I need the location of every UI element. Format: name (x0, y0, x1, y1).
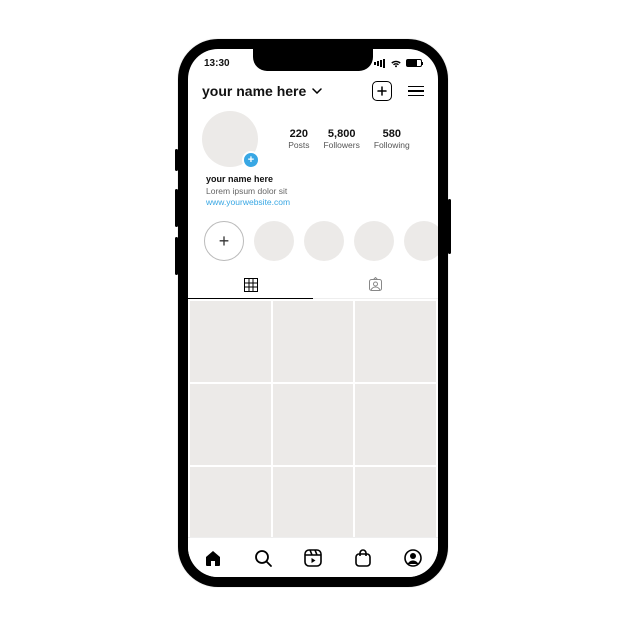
plus-icon: + (248, 155, 254, 166)
side-button-power (448, 199, 451, 254)
bio-link[interactable]: www.yourwebsite.com (206, 197, 420, 209)
highlight-new[interactable]: + (204, 221, 244, 261)
nav-home[interactable] (202, 547, 224, 569)
avatar[interactable]: + (202, 111, 258, 167)
post-thumbnail[interactable] (355, 384, 436, 465)
wifi-icon (390, 59, 402, 68)
nav-reels[interactable] (302, 547, 324, 569)
nav-profile[interactable] (402, 547, 424, 569)
post-thumbnail[interactable] (273, 467, 354, 537)
side-button-vol-up (175, 189, 178, 227)
bottom-nav (188, 537, 438, 577)
nav-search[interactable] (252, 547, 274, 569)
highlight-item[interactable] (404, 221, 438, 261)
grid-icon (244, 278, 258, 292)
stat-following[interactable]: 580 Following (374, 128, 410, 150)
tab-grid[interactable] (188, 271, 313, 299)
home-icon (203, 548, 223, 568)
profile-header: your name here (188, 77, 438, 107)
stat-posts[interactable]: 220 Posts (288, 128, 309, 150)
post-thumbnail[interactable] (190, 384, 271, 465)
bio-name: your name here (206, 173, 420, 186)
screen: 13:30 your name here (188, 49, 438, 577)
side-button-vol-down (175, 237, 178, 275)
tab-tagged[interactable] (313, 271, 438, 298)
post-thumbnail[interactable] (355, 301, 436, 382)
highlight-item[interactable] (304, 221, 344, 261)
add-story-badge[interactable]: + (242, 151, 260, 169)
post-thumbnail[interactable] (190, 467, 271, 537)
shop-icon (353, 548, 373, 568)
profile-summary: + 220 Posts 5,800 Followers 580 Followin… (188, 107, 438, 169)
post-thumbnail[interactable] (190, 301, 271, 382)
post-grid (188, 299, 438, 537)
side-button-silence (175, 149, 178, 171)
plus-icon (377, 86, 387, 96)
tagged-icon (368, 277, 383, 292)
reels-icon (303, 548, 323, 568)
phone-frame: 13:30 your name here (178, 39, 448, 587)
notch (253, 49, 373, 71)
post-thumbnail[interactable] (355, 467, 436, 537)
cellular-signal-icon (374, 59, 386, 68)
status-time: 13:30 (204, 58, 230, 69)
post-thumbnail[interactable] (273, 384, 354, 465)
profile-icon (403, 548, 423, 568)
bio-text: Lorem ipsum dolor sit (206, 186, 420, 198)
menu-button[interactable] (408, 86, 424, 97)
chevron-down-icon[interactable] (312, 88, 322, 94)
battery-icon (406, 59, 422, 67)
create-button[interactable] (372, 81, 392, 101)
username-dropdown[interactable]: your name here (202, 83, 306, 99)
post-thumbnail[interactable] (273, 301, 354, 382)
highlights-row: + (188, 217, 438, 271)
nav-shop[interactable] (352, 547, 374, 569)
content-tabs (188, 271, 438, 299)
search-icon (253, 548, 273, 568)
stat-followers[interactable]: 5,800 Followers (323, 128, 359, 150)
highlight-item[interactable] (254, 221, 294, 261)
highlight-item[interactable] (354, 221, 394, 261)
bio: your name here Lorem ipsum dolor sit www… (188, 169, 438, 217)
